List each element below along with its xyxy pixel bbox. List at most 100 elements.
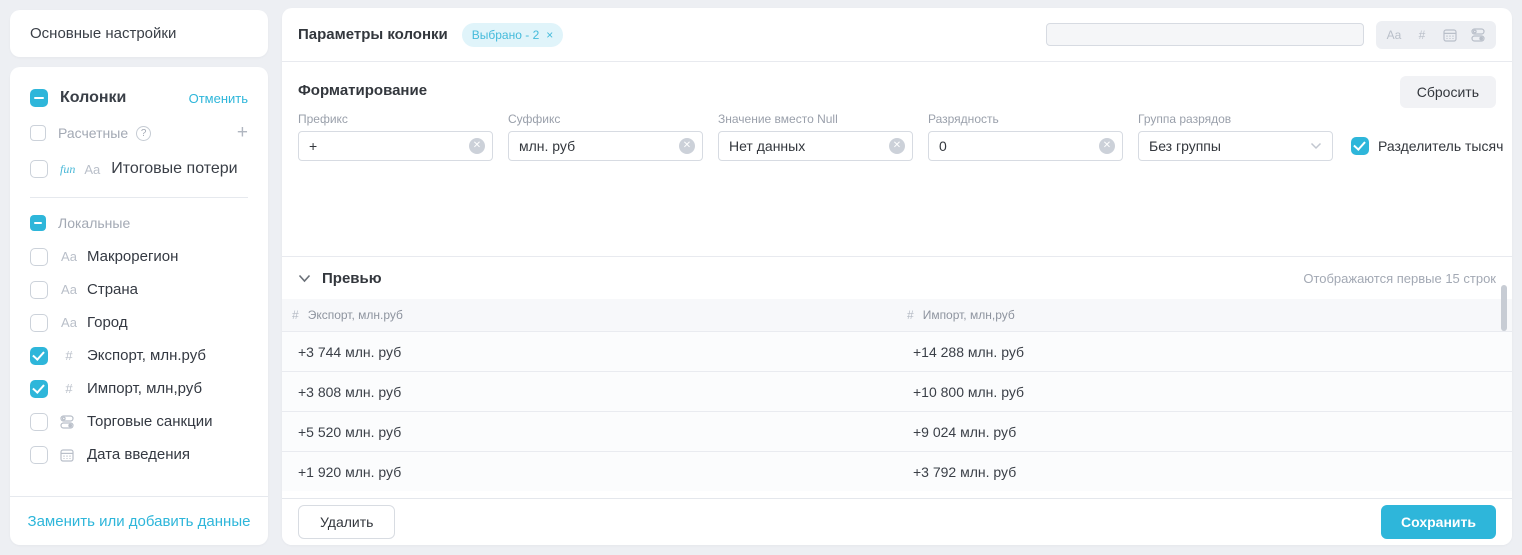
sidebar-item-data-vvedeniya[interactable]: Дата введения <box>10 438 268 471</box>
formatting-section: Форматирование Сбросить Префикс ✕ Суффик… <box>282 62 1512 257</box>
table-cell: +5 520 млн. руб <box>282 412 897 451</box>
table-row: +5 520 млн. руб +9 024 млн. руб <box>282 411 1512 451</box>
boolean-type-icon <box>60 415 78 429</box>
text-type-icon: Aa <box>60 249 78 264</box>
prefix-input[interactable] <box>298 131 493 161</box>
digit-group-field: Группа разрядов Без группы <box>1138 112 1333 161</box>
text-type-icon: Aa <box>60 282 78 297</box>
clear-icon[interactable]: ✕ <box>679 138 695 154</box>
panel-title: Параметры колонки <box>298 26 448 43</box>
item-label: Торговые санкции <box>87 413 212 430</box>
sidebar-item-makroregion[interactable]: Aa Макрорегион <box>10 240 268 273</box>
digits-field: Разрядность ✕ <box>928 112 1123 161</box>
columns-title: Колонки <box>60 89 189 107</box>
calculated-label: Расчетные <box>58 125 128 141</box>
selected-badge-label: Выбрано - 2 <box>472 28 540 42</box>
item-checkbox[interactable] <box>30 446 48 464</box>
item-label: Страна <box>87 281 138 298</box>
type-filter-group: Aa # <box>1376 21 1496 49</box>
item-label: Макрорегион <box>87 248 178 265</box>
number-type-icon: # <box>60 381 78 396</box>
selected-badge: Выбрано - 2 × <box>462 23 564 47</box>
sidebar-item-strana[interactable]: Aa Страна <box>10 273 268 306</box>
calculated-checkbox[interactable] <box>30 125 46 141</box>
scrollbar-thumb[interactable] <box>1501 285 1507 331</box>
table-cell: +1 920 млн. руб <box>282 452 897 491</box>
preview-rows-note: Отображаются первые 15 строк <box>1303 271 1496 286</box>
text-type-filter-button[interactable]: Aa <box>1380 23 1408 47</box>
main-settings-card[interactable]: Основные настройки <box>10 10 268 57</box>
item-label: Импорт, млн,руб <box>87 380 202 397</box>
item-checkbox[interactable] <box>30 380 48 398</box>
chevron-down-icon <box>1310 142 1322 150</box>
suffix-label: Суффикс <box>508 112 703 126</box>
delete-button[interactable]: Удалить <box>298 505 395 539</box>
preview-section: Превью Отображаются первые 15 строк # Эк… <box>282 257 1512 498</box>
column-header-import: # Импорт, млн,руб <box>897 299 1512 331</box>
columns-header: Колонки Отменить <box>10 79 268 117</box>
columns-panel: Колонки Отменить Расчетные ? + fun Aa Ит… <box>10 67 268 545</box>
item-checkbox[interactable] <box>30 248 48 266</box>
item-checkbox[interactable] <box>30 413 48 431</box>
table-cell: +14 288 млн. руб <box>897 332 1512 371</box>
date-type-icon <box>60 448 78 462</box>
item-checkbox[interactable] <box>30 314 48 332</box>
add-calculated-icon[interactable]: + <box>237 122 248 144</box>
table-row: +3 808 млн. руб +10 800 млн. руб <box>282 371 1512 411</box>
collapse-chevron-icon[interactable] <box>298 274 311 283</box>
date-type-filter-button[interactable] <box>1436 23 1464 47</box>
boolean-type-filter-button[interactable] <box>1464 23 1492 47</box>
clear-icon[interactable]: ✕ <box>1099 138 1115 154</box>
digit-group-select[interactable]: Без группы <box>1138 131 1333 161</box>
calculated-group-row: Расчетные ? + <box>10 117 268 149</box>
clear-icon[interactable]: ✕ <box>889 138 905 154</box>
item-label: Город <box>87 314 128 331</box>
table-cell: +3 744 млн. руб <box>282 332 897 371</box>
null-value-input[interactable] <box>718 131 913 161</box>
reset-button[interactable]: Сбросить <box>1400 76 1496 108</box>
suffix-input[interactable] <box>508 131 703 161</box>
text-type-icon: Aa <box>60 315 78 330</box>
item-label: Итоговые потери <box>111 160 237 178</box>
item-checkbox[interactable] <box>30 281 48 299</box>
sidebar-item-itogovye-poteri[interactable]: fun Aa Итоговые потери <box>10 149 268 189</box>
columns-select-all-checkbox[interactable] <box>30 89 48 107</box>
search-input[interactable] <box>1046 23 1364 46</box>
suffix-field: Суффикс ✕ <box>508 112 703 161</box>
item-checkbox[interactable] <box>30 160 48 178</box>
thousands-separator-option[interactable]: Разделитель тысяч <box>1351 131 1503 161</box>
table-cell: +9 024 млн. руб <box>897 412 1512 451</box>
sidebar-item-eksport[interactable]: # Экспорт, млн.руб <box>10 339 268 372</box>
save-button[interactable]: Сохранить <box>1381 505 1496 539</box>
thousands-checkbox[interactable] <box>1351 137 1369 155</box>
formatting-title: Форматирование <box>298 76 427 99</box>
item-label: Дата введения <box>87 446 190 463</box>
preview-title: Превью <box>322 270 382 287</box>
sidebar-divider <box>30 197 248 198</box>
column-header-export: # Экспорт, млн.руб <box>282 299 897 331</box>
item-checkbox[interactable] <box>30 347 48 365</box>
table-row: +3 744 млн. руб +14 288 млн. руб <box>282 331 1512 371</box>
prefix-field: Префикс ✕ <box>298 112 493 161</box>
sidebar-item-gorod[interactable]: Aa Город <box>10 306 268 339</box>
digits-input[interactable] <box>928 131 1123 161</box>
item-label: Экспорт, млн.руб <box>87 347 206 364</box>
cancel-link[interactable]: Отменить <box>189 91 248 106</box>
digit-group-value: Без группы <box>1149 138 1221 154</box>
clear-icon[interactable]: ✕ <box>469 138 485 154</box>
number-type-icon: # <box>907 308 914 322</box>
replace-data-link[interactable]: Заменить или добавить данные <box>28 513 251 530</box>
number-type-icon: # <box>292 308 299 322</box>
thousands-label: Разделитель тысяч <box>1378 138 1503 154</box>
panel-header: Параметры колонки Выбрано - 2 × Aa # <box>282 8 1512 62</box>
sidebar-item-import[interactable]: # Импорт, млн,руб <box>10 372 268 405</box>
number-type-filter-button[interactable]: # <box>1408 23 1436 47</box>
main-settings-title: Основные настройки <box>30 25 176 42</box>
digits-label: Разрядность <box>928 112 1123 126</box>
help-icon[interactable]: ? <box>136 126 151 141</box>
badge-close-icon[interactable]: × <box>546 28 553 42</box>
table-cell: +3 808 млн. руб <box>282 372 897 411</box>
null-value-field: Значение вместо Null ✕ <box>718 112 913 161</box>
sidebar-item-torgovye-sanktsii[interactable]: Торговые санкции <box>10 405 268 438</box>
local-group-checkbox[interactable] <box>30 215 46 231</box>
